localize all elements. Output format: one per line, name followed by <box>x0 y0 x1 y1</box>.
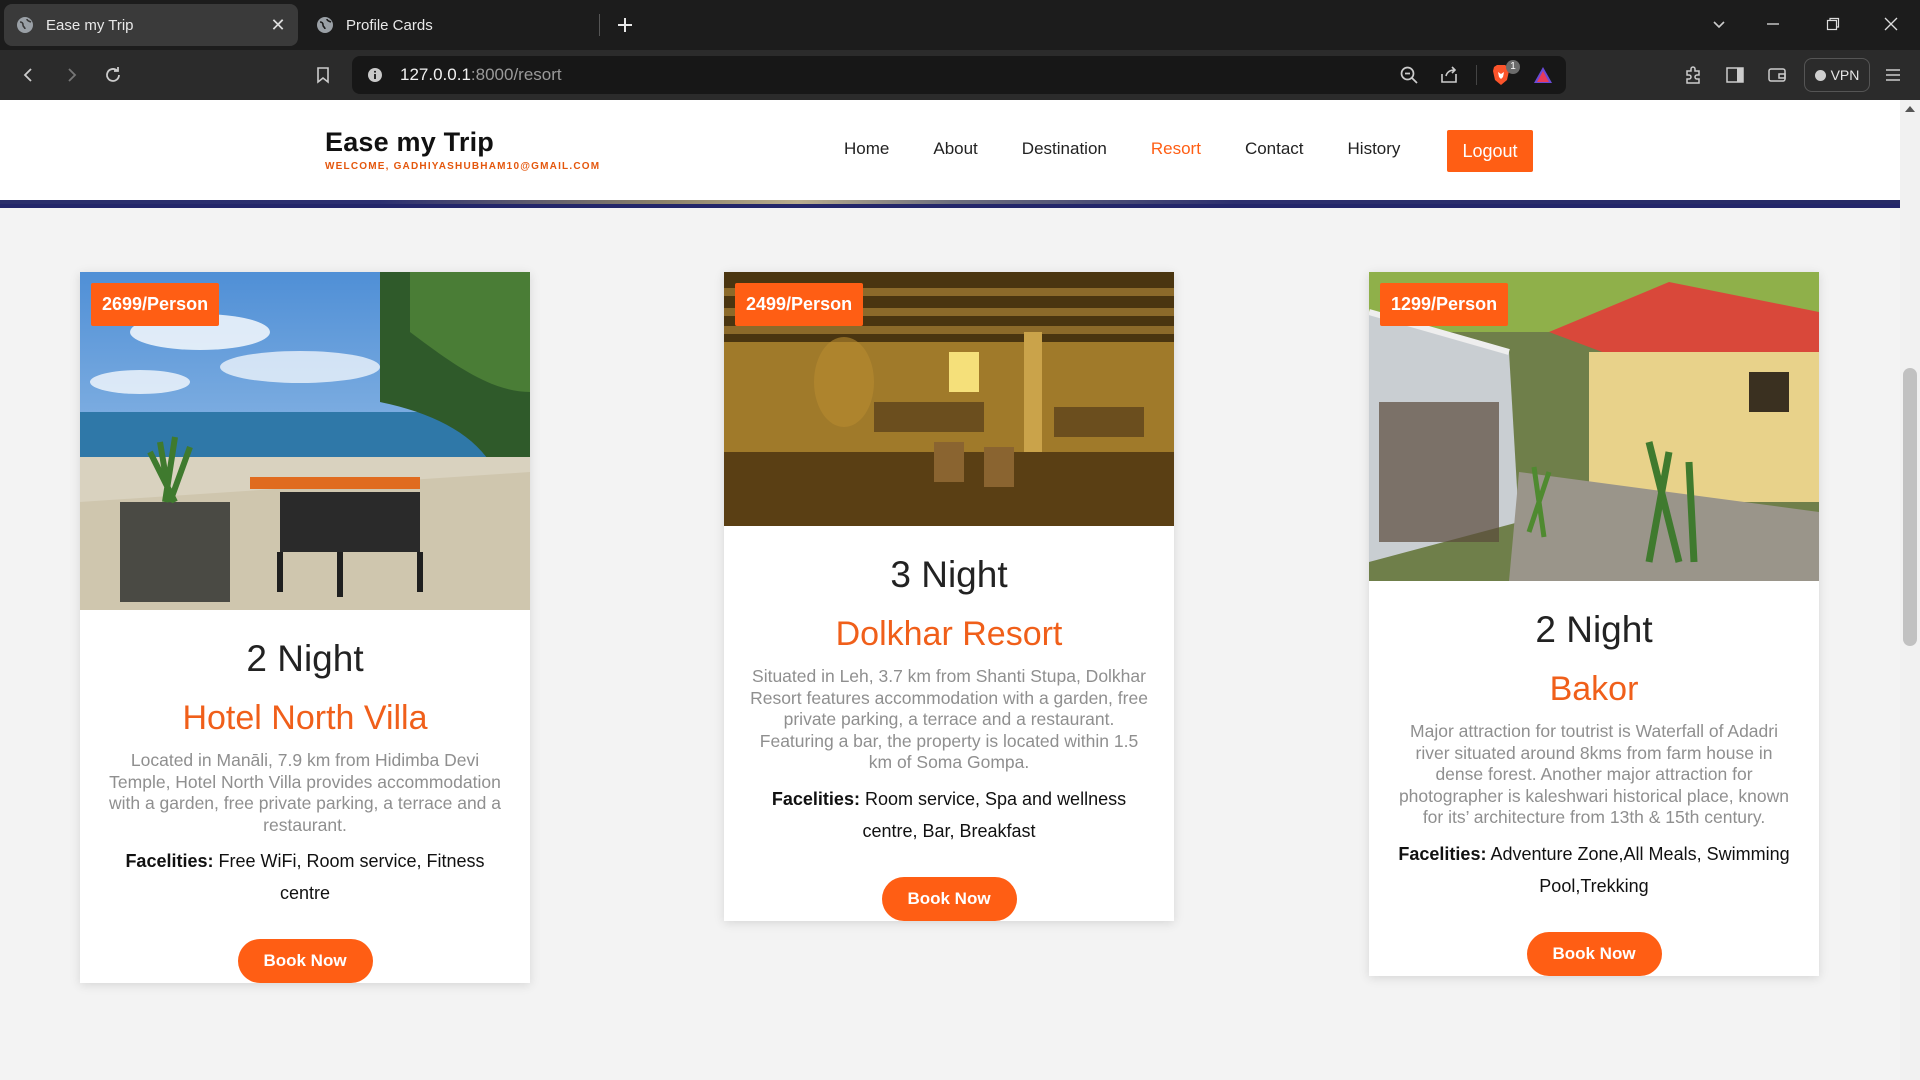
page-scrollbar[interactable] <box>1900 100 1920 1080</box>
browser-toolbar: 127.0.0.1:8000/resort 1 VPN <box>0 50 1920 100</box>
chevron-down-icon <box>1713 21 1725 29</box>
close-window-button[interactable] <box>1868 6 1914 42</box>
page-viewport: Ease my Trip WELCOME, GADHIYASHUBHAM10@G… <box>0 100 1920 1080</box>
forward-button[interactable] <box>56 60 86 90</box>
resort-card-bakor: 1299/Person 2 Night Bakor Major attracti… <box>1369 272 1819 976</box>
back-button[interactable] <box>14 60 44 90</box>
wallet-button[interactable] <box>1762 60 1792 90</box>
puzzle-icon <box>1686 66 1700 84</box>
nav-home[interactable]: Home <box>822 134 911 164</box>
resort-image-beach: 2699/Person <box>80 272 530 610</box>
restore-icon <box>1826 17 1840 31</box>
tab-ease-my-trip[interactable]: Ease my Trip ✕ <box>4 4 298 46</box>
logout-button[interactable]: Logout <box>1447 130 1533 172</box>
price-badge: 1299/Person <box>1380 283 1509 326</box>
main-nav: Home About Destination Resort Contact Hi… <box>822 134 1422 164</box>
share-icon[interactable] <box>1434 60 1464 90</box>
book-now-button[interactable]: Book Now <box>881 876 1017 921</box>
facilities-label: Facelities: <box>1398 843 1487 864</box>
close-icon[interactable]: ✕ <box>264 11 292 39</box>
nav-history[interactable]: History <box>1326 134 1423 164</box>
zoom-icon[interactable] <box>1394 60 1424 90</box>
book-now-button[interactable]: Book Now <box>237 939 373 983</box>
site-header: Ease my Trip WELCOME, GADHIYASHUBHAM10@G… <box>0 100 1900 200</box>
resort-name: Hotel North Villa <box>182 699 428 737</box>
facilities-list: Adventure Zone,All Meals, Swimming Pool,… <box>1490 843 1790 896</box>
resort-image-interior: 2499/Person <box>724 272 1174 526</box>
facilities-label: Facelities: <box>771 788 860 809</box>
resort-description: Major attraction for toutrist is Waterfa… <box>1398 721 1790 827</box>
brave-rewards-icon[interactable] <box>1528 60 1558 90</box>
facilities: Facelities: Room service, Spa and wellne… <box>746 783 1152 847</box>
tab-title: Profile Cards <box>346 16 433 34</box>
nights-label: 2 Night <box>246 638 364 679</box>
resort-image-farmhouse: 1299/Person <box>1369 272 1819 581</box>
nights-label: 2 Night <box>1535 609 1653 650</box>
vpn-status-icon <box>1814 69 1826 81</box>
facilities: Facelities: Adventure Zone,All Meals, Sw… <box>1391 838 1797 902</box>
book-now-button[interactable]: Book Now <box>1526 931 1662 976</box>
site-info-icon[interactable] <box>364 64 386 86</box>
minimize-button[interactable] <box>1750 6 1796 42</box>
price-badge: 2499/Person <box>735 283 864 326</box>
facilities-list: Room service, Spa and wellness centre, B… <box>862 788 1127 841</box>
facilities-label: Facelities: <box>125 851 214 871</box>
resort-card-dolkhar-resort: 2499/Person 3 Night Dolkhar Resort Situa… <box>724 272 1174 921</box>
wallet-icon <box>1768 68 1786 82</box>
bookmark-icon <box>317 67 329 84</box>
resort-card-hotel-north-villa: 2699/Person 2 Night Hotel North Villa Lo… <box>80 272 530 983</box>
resort-description: Situated in Leh, 3.7 km from Shanti Stup… <box>750 666 1148 772</box>
minimize-icon <box>1767 23 1779 25</box>
sidebar-toggle-button[interactable] <box>1720 60 1750 90</box>
bookmark-button[interactable] <box>308 60 338 90</box>
resort-name: Dolkhar Resort <box>835 615 1063 653</box>
reload-icon <box>106 67 120 82</box>
tab-divider <box>599 14 600 36</box>
menu-button[interactable] <box>1878 60 1908 90</box>
nav-about[interactable]: About <box>911 134 999 164</box>
brave-shields-icon[interactable]: 1 <box>1486 60 1520 90</box>
nav-resort[interactable]: Resort <box>1129 134 1223 164</box>
facilities-list: Free WiFi, Room service, Fitness centre <box>218 851 485 903</box>
tab-search-button[interactable] <box>1696 6 1742 42</box>
extensions-button[interactable] <box>1678 60 1708 90</box>
scroll-up-arrow-icon[interactable] <box>1905 106 1915 112</box>
url-divider <box>1476 65 1477 85</box>
browser-tab-strip: Ease my Trip ✕ Profile Cards <box>0 0 1920 50</box>
facilities: Facelities: Free WiFi, Room service, Fit… <box>102 845 508 909</box>
arrow-left-icon <box>23 68 32 82</box>
address-bar[interactable]: 127.0.0.1:8000/resort 1 <box>352 56 1566 94</box>
hamburger-icon <box>1886 69 1900 81</box>
tab-title: Ease my Trip <box>46 16 134 34</box>
reload-button[interactable] <box>98 60 128 90</box>
new-tab-button[interactable] <box>610 10 640 40</box>
sidebar-icon <box>1726 67 1744 83</box>
restore-button[interactable] <box>1810 6 1856 42</box>
vpn-button[interactable]: VPN <box>1804 58 1870 92</box>
brand[interactable]: Ease my Trip WELCOME, GADHIYASHUBHAM10@G… <box>325 127 600 172</box>
scrollbar-thumb[interactable] <box>1903 368 1917 646</box>
resort-name: Bakor <box>1549 670 1639 708</box>
brand-name: Ease my Trip <box>325 127 494 157</box>
shields-badge: 1 <box>1506 60 1520 74</box>
nights-label: 3 Night <box>890 554 1008 595</box>
url-path: :8000/resort <box>470 65 562 84</box>
plus-icon <box>618 18 632 32</box>
resort-description: Located in Manāli, 7.9 km from Hidimba D… <box>108 750 502 835</box>
hero-banner-edge <box>0 200 1900 208</box>
nav-contact[interactable]: Contact <box>1223 134 1326 164</box>
url-host: 127.0.0.1 <box>400 65 471 84</box>
welcome-text: WELCOME, GADHIYASHUBHAM10@GMAIL.COM <box>325 161 601 172</box>
globe-icon <box>316 16 334 34</box>
vpn-label: VPN <box>1830 67 1860 83</box>
price-badge: 2699/Person <box>91 283 220 326</box>
globe-icon <box>16 16 34 34</box>
tab-profile-cards[interactable]: Profile Cards <box>304 4 598 46</box>
arrow-right-icon <box>68 68 77 82</box>
close-icon <box>1884 17 1898 31</box>
nav-destination[interactable]: Destination <box>1000 134 1129 164</box>
